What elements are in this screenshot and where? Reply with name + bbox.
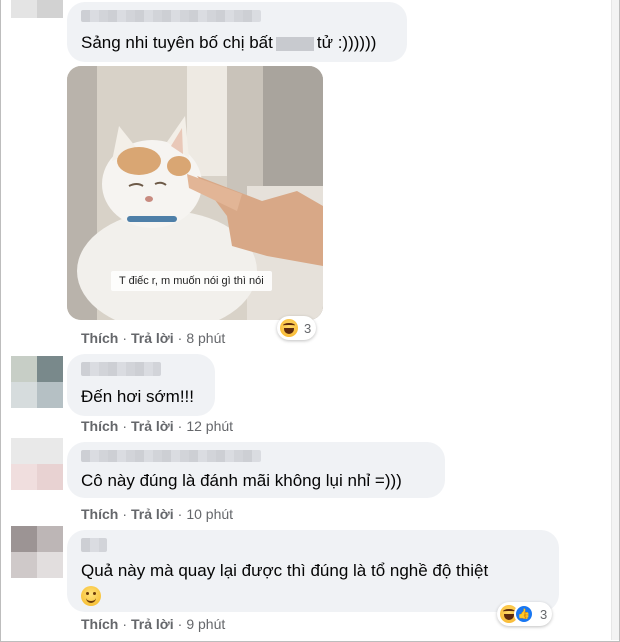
comment-bubble: Đến hơi sớm!!! — [67, 354, 215, 416]
avatar[interactable] — [11, 356, 63, 408]
slightly-smiling-face-icon — [81, 586, 101, 606]
reply-link[interactable]: Trả lời — [131, 330, 174, 346]
like-link[interactable]: Thích — [81, 330, 118, 346]
reply-link[interactable]: Trả lời — [131, 506, 174, 522]
author-name-blurred[interactable] — [81, 10, 261, 22]
reaction-count: 3 — [304, 320, 312, 336]
avatar[interactable] — [11, 438, 63, 490]
like-link[interactable]: Thích — [81, 418, 118, 434]
comment-text: Cô này đúng là đánh mãi không lụi nhỉ =)… — [81, 471, 402, 490]
censored-word — [275, 36, 314, 51]
reply-link[interactable]: Trả lời — [131, 616, 174, 632]
comment-actions: Thích · Trả lời · 8 phút — [81, 330, 226, 346]
like-link[interactable]: Thích — [81, 616, 118, 632]
comment-bubble: Cô này đúng là đánh mãi không lụi nhỉ =)… — [67, 442, 445, 498]
like-icon: 👍 — [514, 604, 534, 624]
author-name-blurred[interactable] — [81, 538, 107, 552]
comment-image[interactable]: T điếc r, m muốn nói gì thì nói — [67, 66, 323, 320]
image-caption: T điếc r, m muốn nói gì thì nói — [111, 271, 272, 291]
reaction-summary[interactable]: 3 — [277, 316, 317, 340]
comment-actions: Thích · Trả lời · 12 phút — [81, 418, 234, 434]
comment-time[interactable]: 8 phút — [186, 330, 225, 346]
reply-link[interactable]: Trả lời — [131, 418, 174, 434]
comment-text: Đến hơi sớm!!! — [81, 387, 194, 406]
author-name-blurred[interactable] — [81, 362, 161, 376]
comment-time[interactable]: 12 phút — [186, 418, 233, 434]
emoji-line — [81, 586, 545, 606]
comment-text: Sảng nhi tuyên bố chị bất tử :)))))) — [81, 33, 377, 52]
avatar[interactable] — [11, 526, 63, 578]
comment-bubble: Quả này mà quay lại được thì đúng là tổ … — [67, 530, 559, 612]
comment-bubble: Sảng nhi tuyên bố chị bất tử :)))))) — [67, 2, 407, 62]
comment-time[interactable]: 9 phút — [186, 616, 225, 632]
like-link[interactable]: Thích — [81, 506, 118, 522]
comment-actions: Thích · Trả lời · 9 phút — [81, 616, 226, 632]
avatar[interactable] — [11, 0, 63, 18]
comment-text: Quả này mà quay lại được thì đúng là tổ … — [81, 561, 489, 580]
comment-thread: Sảng nhi tuyên bố chị bất tử :)))))) T đ… — [0, 0, 620, 642]
scrollbar[interactable] — [611, 0, 619, 640]
author-name-blurred[interactable] — [81, 450, 261, 462]
reaction-summary[interactable]: 👍 3 — [497, 602, 553, 626]
comment-actions: Thích · Trả lời · 10 phút — [81, 506, 234, 522]
haha-icon — [280, 319, 298, 337]
comment-time[interactable]: 10 phút — [186, 506, 233, 522]
reaction-count: 3 — [540, 606, 548, 622]
